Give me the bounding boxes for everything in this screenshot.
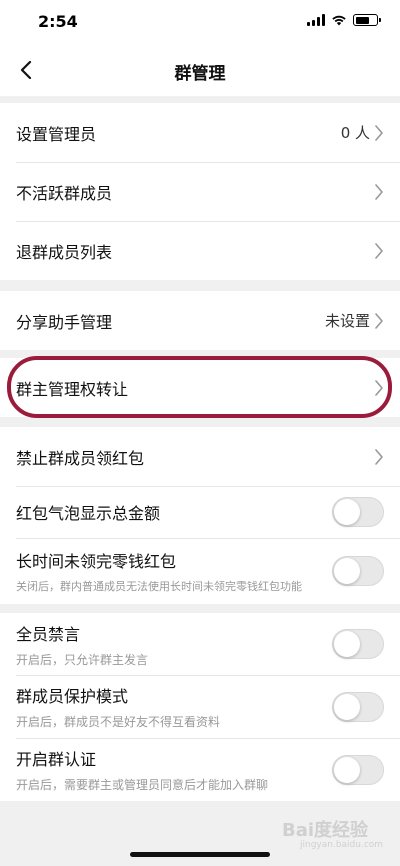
unclaimed-redpacket-toggle[interactable] <box>332 556 384 586</box>
set-admin-row[interactable]: 设置管理员 0 人 <box>0 103 400 162</box>
chevron-right-icon <box>375 312 383 329</box>
red-packet-section: 禁止群成员领红包 红包气泡显示总金额 长时间未领完零钱红包 关闭后，群内普通成员… <box>0 427 400 604</box>
row-label: 禁止群成员领红包 <box>16 448 145 468</box>
left-members-row[interactable]: 退群成员列表 <box>0 221 400 280</box>
chevron-right-icon <box>375 379 383 396</box>
row-label: 长时间未领完零钱红包 <box>16 552 177 571</box>
row-description: 开启后，需要群主或管理员同意后才能加入群聊 <box>16 778 269 792</box>
bubble-total-row: 红包气泡显示总金额 <box>0 486 400 538</box>
chevron-right-icon <box>375 183 383 200</box>
status-bar: 2:54 <box>0 0 400 44</box>
home-indicator[interactable] <box>130 852 270 857</box>
chevron-right-icon <box>375 448 383 465</box>
protect-mode-toggle[interactable] <box>332 691 384 722</box>
mute-all-toggle[interactable] <box>332 629 384 659</box>
chevron-right-icon <box>375 124 383 141</box>
page-title: 群管理 <box>174 64 226 84</box>
row-label: 开启群认证 <box>16 750 97 769</box>
share-assistant-row[interactable]: 分享助手管理 未设置 <box>0 291 400 350</box>
row-label: 群成员保护模式 <box>16 687 129 706</box>
chevron-right-icon <box>375 242 383 259</box>
transfer-ownership-section: 群主管理权转让 <box>0 358 400 417</box>
row-label: 不活跃群成员 <box>16 183 113 203</box>
share-assistant-section: 分享助手管理 未设置 <box>0 291 400 350</box>
group-verify-toggle[interactable] <box>332 754 384 785</box>
bubble-total-toggle[interactable] <box>332 497 384 527</box>
wifi-icon <box>332 15 346 26</box>
row-label: 全员禁言 <box>16 624 81 644</box>
status-icons <box>307 14 381 26</box>
group-verify-row: 开启群认证 开启后，需要群主或管理员同意后才能加入群聊 <box>0 738 400 801</box>
toggle-knob <box>334 631 360 657</box>
nav-bar: 群管理 <box>0 44 400 96</box>
battery-fill <box>355 16 369 24</box>
row-label: 群主管理权转让 <box>16 379 129 399</box>
toggle-knob <box>334 499 360 525</box>
redpacket-ban-row[interactable]: 禁止群成员领红包 <box>0 427 400 486</box>
row-label: 红包气泡显示总金额 <box>16 504 161 523</box>
watermark-url: jingyan.baidu.com <box>300 840 384 850</box>
toggle-knob <box>334 693 360 720</box>
share-assistant-status: 未设置 <box>324 312 370 330</box>
row-label: 设置管理员 <box>16 124 97 144</box>
battery-icon <box>353 14 381 26</box>
row-description: 关闭后，群内普通成员无法使用长时间未领完零钱红包功能 <box>16 580 302 593</box>
status-time: 2:54 <box>38 12 78 31</box>
row-label: 分享助手管理 <box>16 312 113 332</box>
row-label: 退群成员列表 <box>16 242 113 262</box>
protect-mode-row: 群成员保护模式 开启后，群成员不是好友不得互看资料 <box>0 675 400 738</box>
admin-section: 设置管理员 0 人 不活跃群成员 退群成员列表 <box>0 103 400 280</box>
admin-count: 0 人 <box>340 124 370 142</box>
toggle-knob <box>334 756 360 783</box>
transfer-ownership-row[interactable]: 群主管理权转让 <box>0 358 400 417</box>
toggle-knob <box>334 558 360 584</box>
cellular-signal-icon <box>307 14 325 26</box>
member-control-section: 全员禁言 开启后，只允许群主发言 群成员保护模式 开启后，群成员不是好友不得互看… <box>0 613 400 801</box>
mute-all-row: 全员禁言 开启后，只允许群主发言 <box>0 613 400 675</box>
row-description: 开启后，只允许群主发言 <box>16 652 149 667</box>
unclaimed-redpacket-row: 长时间未领完零钱红包 关闭后，群内普通成员无法使用长时间未领完零钱红包功能 <box>0 538 400 604</box>
watermark-logo: Bai度经验 <box>282 820 369 841</box>
row-description: 开启后，群成员不是好友不得互看资料 <box>16 715 221 729</box>
inactive-members-row[interactable]: 不活跃群成员 <box>0 162 400 221</box>
